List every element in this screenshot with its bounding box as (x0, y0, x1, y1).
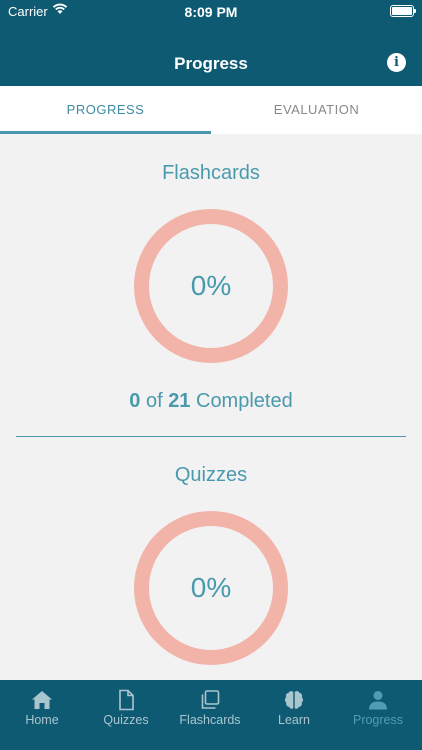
tabbar-flashcards[interactable]: Flashcards (168, 680, 252, 750)
document-icon (119, 689, 134, 711)
quizzes-percent: 0% (190, 572, 232, 603)
cards-icon (201, 690, 220, 709)
tabbar-learn[interactable]: Learn (252, 680, 336, 750)
tabbar-progress[interactable]: Progress (336, 680, 420, 750)
total-count: 21 (168, 390, 191, 412)
tab-selected-indicator (0, 131, 211, 134)
quizzes-section-title: Quizzes (174, 464, 248, 486)
status-bar: Carrier 8:09 PM (0, 0, 422, 24)
flashcards-progress-ring: 0% (134, 209, 288, 363)
tabbar-home[interactable]: Home (0, 680, 84, 750)
flashcards-section-title: Flashcards (162, 162, 260, 184)
segmented-tabs: PROGRESS EVALUATION (0, 86, 422, 134)
tab-evaluation[interactable]: EVALUATION (211, 86, 422, 134)
completed-count: 0 (129, 390, 141, 412)
info-glyph: i (394, 55, 399, 70)
header: Carrier 8:09 PM Progress i (0, 0, 422, 86)
flashcards-completed-text: 0 of 21 Completed (0, 390, 422, 413)
battery-icon (390, 5, 416, 17)
bottom-tab-bar: Home Quizzes Flashcards Learn Progress (0, 680, 422, 750)
quizzes-progress-ring: 0% (134, 511, 288, 665)
completed-of: of (140, 390, 169, 412)
completed-label: Completed (190, 390, 293, 412)
info-icon[interactable]: i (387, 53, 406, 72)
brain-icon (284, 691, 304, 709)
tabbar-quizzes[interactable]: Quizzes (84, 680, 168, 750)
page-title: Progress (174, 54, 248, 73)
flashcards-percent: 0% (190, 270, 232, 301)
section-divider (16, 436, 406, 437)
tabbar-label-home: Home (25, 713, 59, 727)
person-icon (369, 691, 387, 710)
status-time: 8:09 PM (184, 4, 238, 20)
tabbar-label-quizzes: Quizzes (103, 713, 149, 727)
tabbar-label-flashcards: Flashcards (179, 713, 241, 727)
tabbar-label-progress: Progress (352, 713, 404, 727)
tab-progress[interactable]: PROGRESS (0, 86, 211, 134)
tabbar-label-learn: Learn (278, 713, 310, 727)
home-icon (32, 691, 52, 709)
